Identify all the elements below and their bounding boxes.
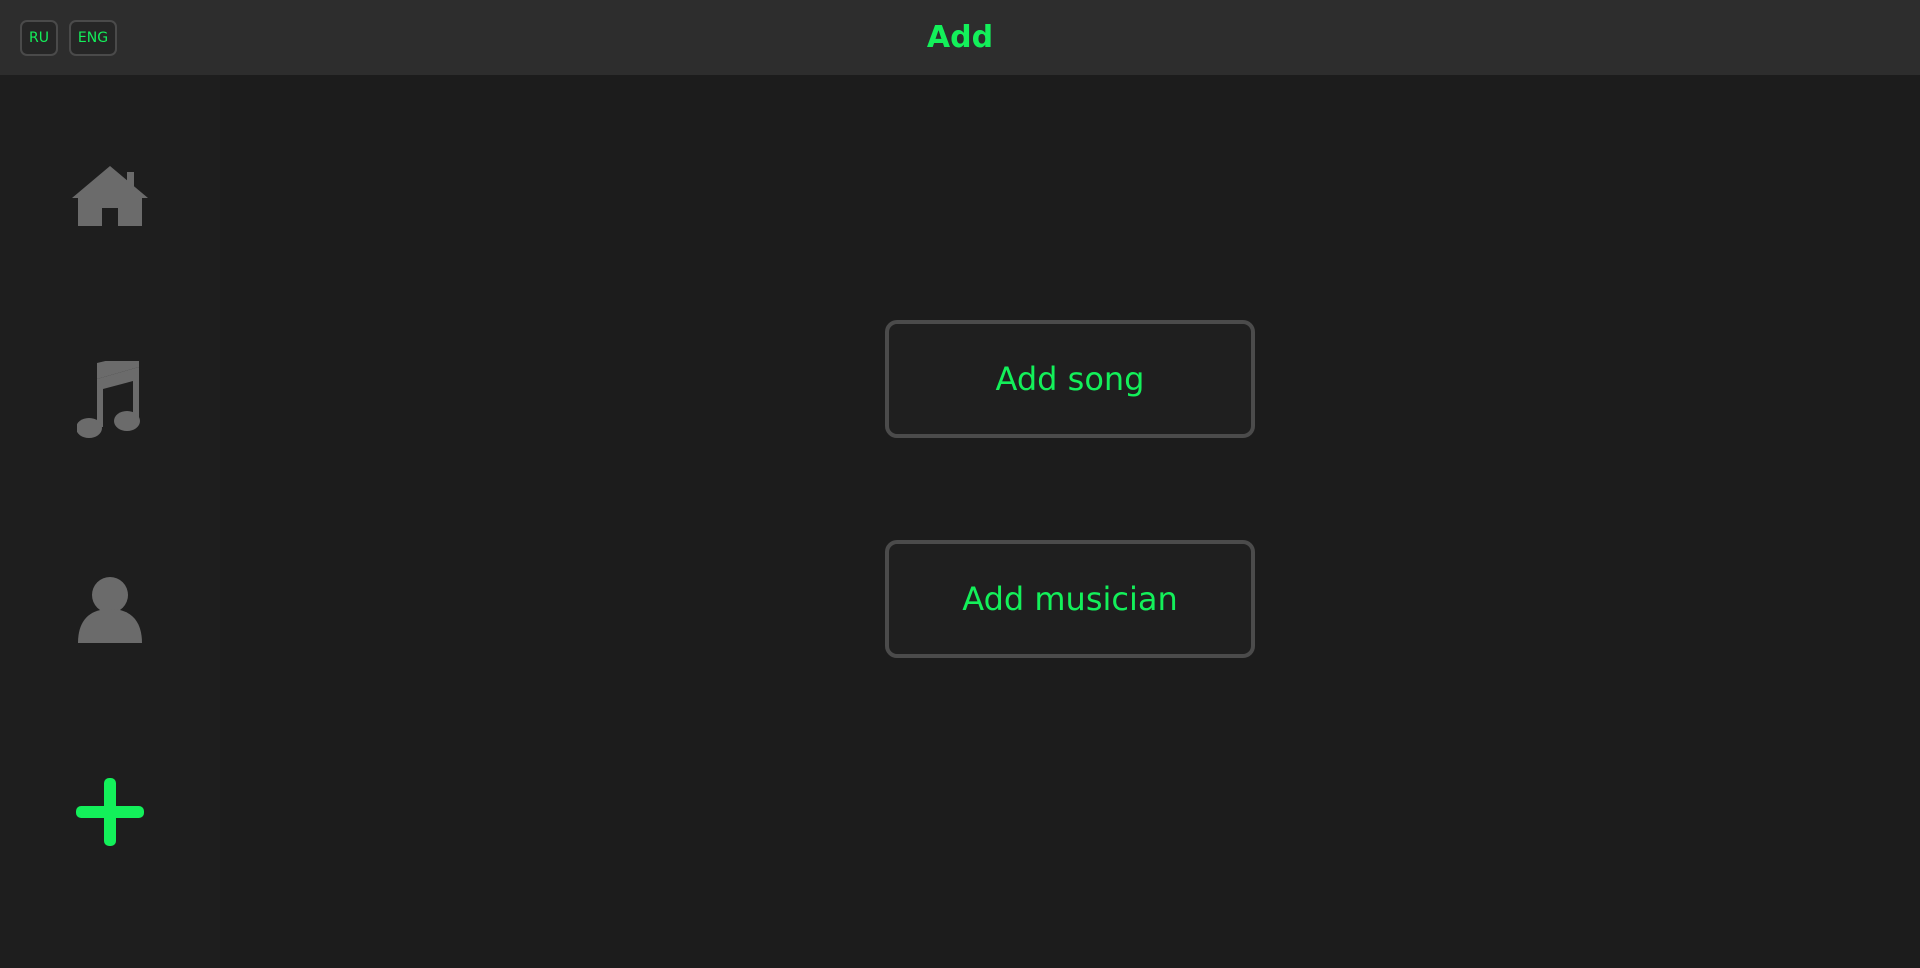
sidebar-item-home[interactable] (0, 135, 220, 255)
sidebar-item-musicians[interactable] (0, 550, 220, 670)
music-note-icon (77, 361, 140, 438)
page-title: Add (926, 20, 994, 55)
sidebar-item-add[interactable] (0, 752, 220, 872)
add-song-button[interactable]: Add song (885, 320, 1255, 438)
person-icon (78, 577, 142, 643)
sidebar (0, 75, 220, 968)
add-musician-button[interactable]: Add musician (885, 540, 1255, 658)
plus-icon (76, 778, 144, 846)
home-icon (72, 166, 148, 226)
sidebar-item-songs[interactable] (0, 340, 220, 460)
main-content (220, 75, 1920, 968)
top-header: RU ENG Add (0, 0, 1920, 75)
